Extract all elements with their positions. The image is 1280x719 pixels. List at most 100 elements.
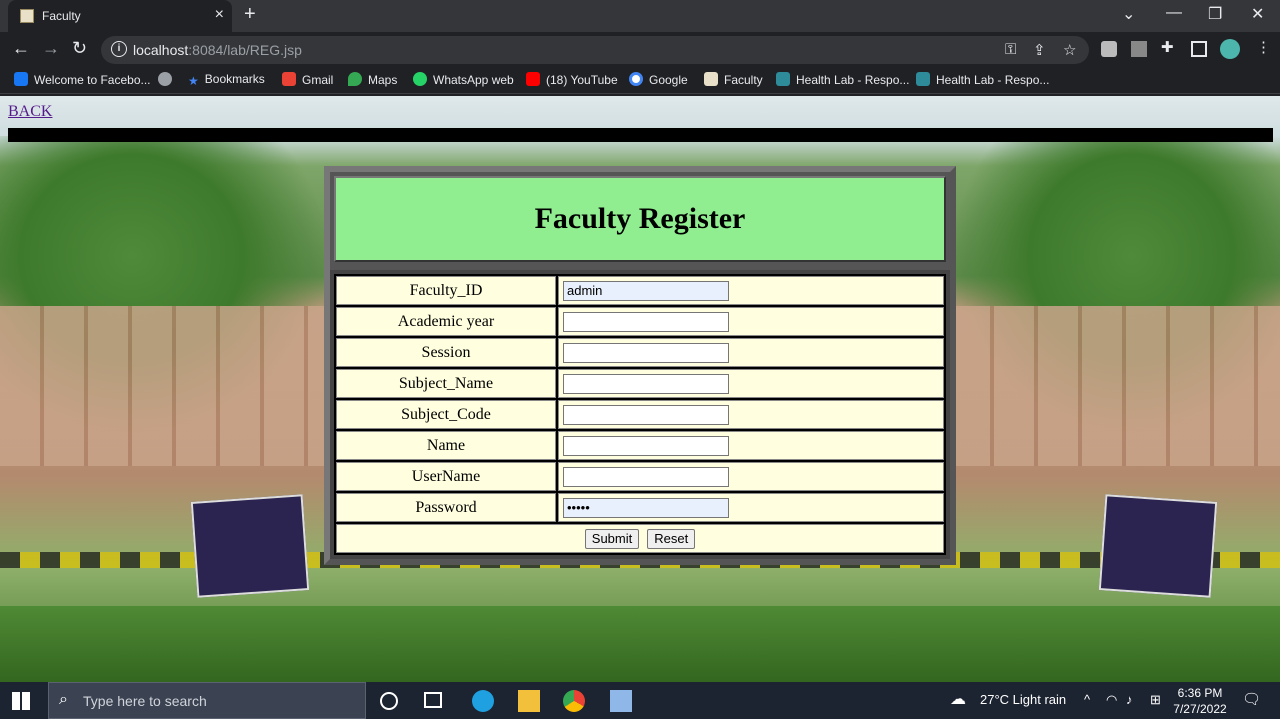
extension-icon[interactable] (1131, 41, 1147, 57)
task-view-icon[interactable] (424, 692, 442, 708)
form-row: Password (336, 493, 944, 522)
file-explorer-icon[interactable] (518, 690, 540, 712)
background-banner-image (1098, 494, 1218, 598)
extensions-puzzle-icon[interactable]: ✚ (1161, 38, 1174, 56)
back-link[interactable]: BACK (8, 103, 52, 121)
bookmark-health-lab-1[interactable]: Health Lab - Respo... (776, 72, 909, 87)
globe-icon (158, 72, 172, 86)
extension-icon[interactable] (1101, 41, 1117, 57)
back-arrow-icon[interactable]: ← (12, 38, 30, 59)
subject-code-input[interactable] (563, 404, 729, 425)
register-form: Faculty_ID Academic year Session Subject… (334, 274, 946, 555)
form-row: Subject_Code (336, 400, 944, 429)
minimize-icon[interactable]: — (1166, 4, 1182, 22)
password-input[interactable] (563, 497, 729, 518)
field-label: Subject_Name (336, 369, 556, 398)
field-label: Faculty_ID (336, 276, 556, 305)
taskbar-search-box[interactable]: ⌕ Type here to search (48, 682, 366, 719)
browser-tab-strip: Faculty × + ⌄ — ❐ ✕ (0, 0, 1280, 32)
bookmark-maps[interactable]: Maps (348, 72, 397, 87)
health-lab-icon (776, 72, 790, 86)
health-lab-icon (916, 72, 930, 86)
notifications-icon[interactable]: 🗨 (1242, 690, 1261, 708)
site-info-icon[interactable]: i (111, 41, 127, 57)
field-label: UserName (336, 462, 556, 491)
background-building (0, 306, 330, 466)
browser-toolbar: ← → ↻ i localhost:8084/lab/REG.jsp ⚿ ⇪ ☆… (0, 32, 1280, 66)
gmail-icon (282, 72, 296, 86)
window-close-icon[interactable]: ✕ (1251, 4, 1264, 24)
browser-tab[interactable]: Faculty × (8, 0, 232, 32)
language-icon[interactable]: ⊞ (1150, 692, 1161, 708)
bookmark-star-icon[interactable]: ☆ (1063, 41, 1076, 59)
bookmark-faculty[interactable]: Faculty (704, 72, 763, 87)
submit-button[interactable]: Submit (584, 528, 640, 549)
form-row: Name (336, 431, 944, 460)
field-label: Subject_Code (336, 400, 556, 429)
form-table-wrapper: Faculty_ID Academic year Session Subject… (330, 270, 950, 559)
maximize-icon[interactable]: ❐ (1208, 4, 1222, 24)
tab-close-icon[interactable]: × (215, 6, 224, 24)
bookmark-label: Maps (368, 73, 398, 87)
side-panel-icon[interactable] (1191, 41, 1207, 57)
clock-time: 6:36 PM (1177, 686, 1223, 700)
bookmark-globe[interactable] (158, 72, 178, 87)
weather-cloud-icon[interactable]: ☁ (950, 689, 966, 709)
reload-icon[interactable]: ↻ (72, 38, 87, 59)
share-icon[interactable]: ⇪ (1033, 41, 1046, 59)
background-building (950, 306, 1280, 466)
url-host: localhost (133, 42, 189, 58)
bookmark-bookmarks[interactable]: ★ Bookmarks (188, 72, 265, 88)
bookmark-youtube[interactable]: (18) YouTube (526, 72, 618, 87)
session-input[interactable] (563, 342, 729, 363)
form-row: Faculty_ID (336, 276, 944, 305)
maps-pin-icon (348, 72, 362, 86)
bookmark-label: Google (649, 73, 688, 87)
tab-search-chevron-icon[interactable]: ⌄ (1122, 4, 1135, 24)
edge-icon[interactable] (472, 690, 494, 712)
wifi-icon[interactable]: ◠ (1106, 692, 1117, 708)
key-icon[interactable]: ⚿ (1005, 41, 1016, 58)
app-icon[interactable] (610, 690, 632, 712)
reset-button[interactable]: Reset (647, 528, 696, 549)
facebook-icon (14, 72, 28, 86)
bookmark-label: (18) YouTube (546, 73, 618, 87)
chrome-icon[interactable] (563, 690, 585, 712)
page-viewport: BACK Faculty Register Faculty_ID Academi… (0, 96, 1280, 682)
field-label: Academic year (336, 307, 556, 336)
form-row: Session (336, 338, 944, 367)
username-input[interactable] (563, 466, 729, 487)
url-text: localhost:8084/lab/REG.jsp (133, 42, 302, 58)
bookmark-whatsapp[interactable]: WhatsApp web (413, 72, 514, 87)
bookmark-health-lab-2[interactable]: Health Lab - Respo... (916, 72, 1049, 87)
bookmark-gmail[interactable]: Gmail (282, 72, 333, 87)
bookmark-facebook[interactable]: Welcome to Facebo... (14, 72, 151, 87)
taskbar-clock[interactable]: 6:36 PM 7/27/2022 (1170, 685, 1230, 717)
bookmark-label: Health Lab - Respo... (796, 73, 910, 87)
address-bar[interactable]: i localhost:8084/lab/REG.jsp ⚿ ⇪ ☆ (101, 36, 1089, 64)
menu-kebab-icon[interactable]: ⋮ (1256, 38, 1271, 56)
field-label: Password (336, 493, 556, 522)
forward-arrow-icon[interactable]: → (42, 38, 60, 59)
bookmark-label: WhatsApp web (433, 73, 514, 87)
faculty-id-input[interactable] (563, 280, 729, 301)
whatsapp-icon (413, 72, 427, 86)
bookmark-label: Faculty (724, 73, 763, 87)
weather-text[interactable]: 27°C Light rain (980, 692, 1066, 707)
windows-start-icon[interactable] (12, 692, 30, 710)
new-tab-icon[interactable]: + (244, 3, 256, 26)
bookmark-google[interactable]: Google (629, 72, 688, 87)
cortana-icon[interactable] (380, 692, 398, 710)
volume-icon[interactable]: ♪ (1126, 692, 1133, 707)
profile-avatar[interactable] (1220, 39, 1240, 59)
faculty-favicon-icon (704, 72, 718, 86)
field-label: Session (336, 338, 556, 367)
bookmark-label: Gmail (302, 73, 334, 87)
academic-year-input[interactable] (563, 311, 729, 332)
url-path: :8084/lab/REG.jsp (188, 42, 302, 58)
search-icon: ⌕ (59, 691, 68, 708)
name-input[interactable] (563, 435, 729, 456)
tray-chevron-icon[interactable]: ^ (1084, 692, 1090, 707)
background-hedge (0, 606, 1280, 682)
subject-name-input[interactable] (563, 373, 729, 394)
